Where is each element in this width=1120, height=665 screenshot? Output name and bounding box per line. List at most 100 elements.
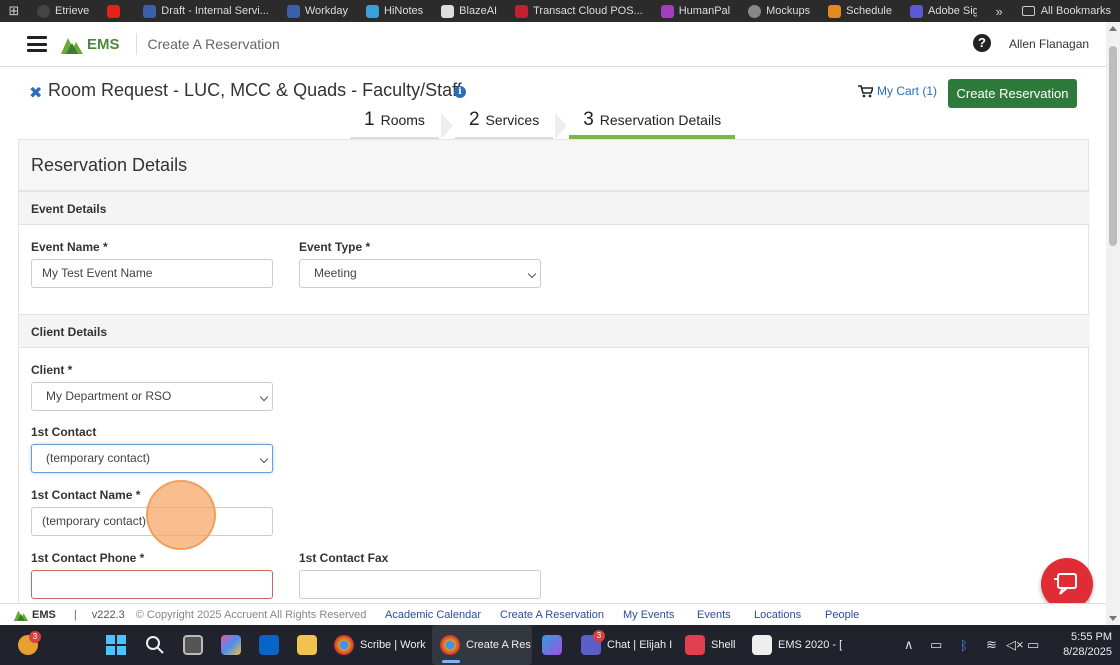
client-select[interactable]: My Department or RSO bbox=[31, 382, 273, 411]
scrollbar-thumb[interactable] bbox=[1109, 46, 1117, 246]
start-button[interactable] bbox=[106, 625, 126, 665]
wizard-steps: 1 Rooms 2 Services 3 Reservation Details bbox=[350, 109, 736, 139]
step-reservation-details[interactable]: 3 Reservation Details bbox=[569, 109, 736, 139]
cart-icon bbox=[858, 84, 873, 97]
bookmark-blazeai[interactable]: BlazeAI bbox=[432, 0, 506, 22]
more-bookmarks-chevron-icon[interactable]: » bbox=[985, 4, 1012, 19]
bookmark-youtube[interactable] bbox=[98, 0, 134, 22]
taskbar-label: Chat | Elijah I bbox=[607, 639, 673, 651]
scroll-down-arrow-icon[interactable] bbox=[1109, 616, 1117, 621]
search-button[interactable] bbox=[145, 625, 165, 665]
weather-badge: 3 bbox=[29, 631, 41, 643]
event-type-label: Event Type * bbox=[299, 240, 371, 254]
my-cart-link[interactable]: My Cart (1) bbox=[858, 84, 937, 98]
contact-phone-label: 1st Contact Phone * bbox=[31, 551, 145, 565]
bookmark-schedule[interactable]: Schedule bbox=[819, 0, 901, 22]
etrieve-icon bbox=[37, 4, 50, 18]
step-number: 3 bbox=[583, 109, 594, 130]
shell-icon bbox=[685, 635, 705, 655]
bookmark-workday[interactable]: Workday bbox=[278, 0, 357, 22]
tray-display-icon[interactable]: ▭ bbox=[930, 625, 942, 665]
outlook-button[interactable] bbox=[259, 625, 279, 665]
taskbar-app-teams-chat[interactable]: 3 Chat | Elijah I bbox=[581, 625, 673, 665]
event-details-section: Event Details bbox=[19, 191, 1090, 225]
wifi-icon[interactable]: ≋ bbox=[986, 625, 997, 665]
first-contact-select[interactable]: (temporary contact) bbox=[31, 444, 273, 473]
taskbar-app-ems[interactable]: EMS 2020 - [ bbox=[752, 625, 844, 665]
event-type-select[interactable]: Meeting bbox=[299, 259, 541, 288]
workday-icon bbox=[143, 4, 157, 18]
ems-mountain-icon bbox=[13, 610, 29, 621]
m365-button[interactable] bbox=[542, 625, 562, 665]
ems-mountain-icon bbox=[61, 38, 83, 54]
active-app-indicator bbox=[442, 660, 460, 663]
tray-chevron-icon[interactable]: ∧ bbox=[904, 625, 914, 665]
footer-link-create-reservation[interactable]: Create A Reservation bbox=[500, 609, 604, 621]
teams-badge: 3 bbox=[593, 630, 605, 642]
copilot-button[interactable] bbox=[221, 625, 241, 665]
footer-link-events[interactable]: Events bbox=[697, 609, 731, 621]
step-rooms[interactable]: 1 Rooms bbox=[350, 109, 439, 139]
user-name[interactable]: Allen Flanagan bbox=[1009, 37, 1089, 51]
task-view-button[interactable] bbox=[183, 625, 203, 665]
taskbar-label: Shell bbox=[711, 639, 736, 651]
help-icon[interactable]: ? bbox=[973, 34, 991, 52]
app-header: EMS Create A Reservation ? Allen Flanaga… bbox=[0, 22, 1106, 67]
bookmark-draft[interactable]: Draft - Internal Servi... bbox=[134, 0, 278, 22]
client-value: My Department or RSO bbox=[46, 389, 172, 403]
step-number: 1 bbox=[364, 109, 375, 130]
bookmark-humanpal[interactable]: HumanPal bbox=[652, 0, 739, 22]
system-clock[interactable]: 5:55 PM 8/28/2025 bbox=[1052, 630, 1112, 660]
click-indicator bbox=[146, 480, 216, 550]
contact-fax-label: 1st Contact Fax bbox=[299, 551, 389, 565]
weather-widget[interactable]: 3 bbox=[18, 625, 41, 665]
taskbar-label: Create A Res bbox=[466, 639, 531, 651]
step-services[interactable]: 2 Services bbox=[454, 109, 554, 139]
taskbar-app-create-reservation[interactable]: Create A Res bbox=[432, 625, 532, 665]
file-explorer-button[interactable] bbox=[297, 625, 317, 665]
contact-name-label: 1st Contact Name * bbox=[31, 488, 141, 502]
contact-phone-input[interactable] bbox=[31, 570, 273, 599]
scroll-up-arrow-icon[interactable] bbox=[1109, 26, 1117, 31]
footer-link-my-events[interactable]: My Events bbox=[623, 609, 674, 621]
clock-time: 5:55 PM bbox=[1071, 631, 1112, 643]
contact-fax-input[interactable] bbox=[299, 570, 541, 599]
bluetooth-icon[interactable]: ᛒ bbox=[960, 625, 968, 665]
close-icon[interactable]: ✖ bbox=[29, 83, 42, 103]
panel-heading: Reservation Details bbox=[19, 140, 1088, 191]
ems-logo[interactable]: EMS bbox=[61, 34, 120, 54]
footer-link-people[interactable]: People bbox=[825, 609, 859, 621]
taskbar-app-scribe[interactable]: Scribe | Work bbox=[334, 625, 426, 665]
create-reservation-button[interactable]: Create Reservation bbox=[948, 79, 1077, 108]
chrome-icon bbox=[440, 635, 460, 655]
taskbar-app-shell[interactable]: Shell bbox=[685, 625, 740, 665]
bookmarks-right: » All Bookmarks bbox=[977, 0, 1120, 22]
footer-copyright: © Copyright 2025 Accruent All Rights Res… bbox=[135, 608, 367, 621]
footer-link-locations[interactable]: Locations bbox=[754, 609, 801, 621]
bookmark-etrieve[interactable]: Etrieve bbox=[28, 0, 98, 22]
outlook-icon bbox=[259, 635, 279, 655]
m365-icon bbox=[542, 635, 562, 655]
event-type-value: Meeting bbox=[314, 266, 357, 280]
bookmark-transact[interactable]: Transact Cloud POS... bbox=[506, 0, 652, 22]
folder-icon bbox=[297, 635, 317, 655]
client-details-section: Client Details bbox=[19, 314, 1090, 348]
step-number: 2 bbox=[468, 109, 480, 130]
folder-icon bbox=[1021, 6, 1035, 16]
info-icon[interactable]: i bbox=[454, 86, 466, 98]
bookmark-hinotes[interactable]: HiNotes bbox=[357, 0, 432, 22]
search-icon bbox=[146, 636, 164, 654]
all-bookmarks[interactable]: All Bookmarks bbox=[1013, 0, 1120, 22]
apps-grid-icon[interactable]: ⊞ bbox=[0, 3, 28, 19]
event-name-input[interactable]: My Test Event Name bbox=[31, 259, 273, 288]
header-title: Create A Reservation bbox=[147, 36, 280, 52]
chevron-down-icon bbox=[259, 392, 269, 402]
volume-muted-icon[interactable]: ◁× bbox=[1006, 625, 1024, 665]
battery-icon[interactable]: ▭ bbox=[1027, 625, 1039, 665]
chevron-down-icon bbox=[259, 454, 269, 464]
bookmark-mockups[interactable]: Mockups bbox=[739, 0, 819, 22]
hamburger-menu-icon[interactable] bbox=[27, 36, 47, 52]
page-scrollbar[interactable] bbox=[1106, 22, 1120, 625]
footer-link-academic-calendar[interactable]: Academic Calendar bbox=[385, 609, 481, 621]
globe-icon bbox=[748, 4, 762, 18]
